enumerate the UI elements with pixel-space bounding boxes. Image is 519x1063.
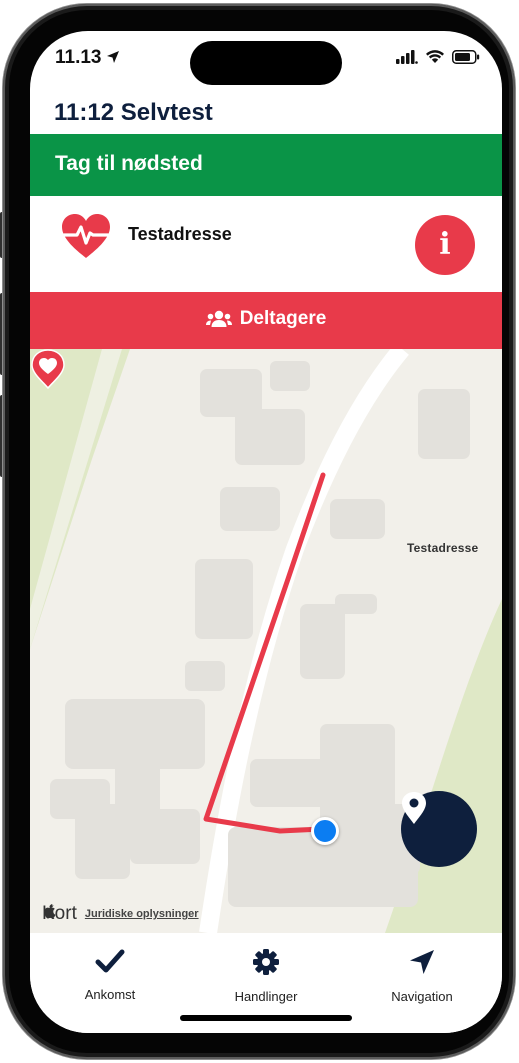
screen: 11.13 11:12 Selvtest Tag til nødsted Tes… [30, 31, 502, 1033]
destination-pin-label: Testadresse [407, 541, 479, 555]
legal-link[interactable]: Juridiske oplysninger [85, 908, 199, 920]
map-attribution: Kort Juridiske oplysninger [42, 903, 199, 925]
status-icons [396, 49, 480, 64]
dynamic-island [190, 41, 342, 85]
checkmark-icon [95, 949, 125, 973]
tab-ankomst-label: Ankomst [84, 987, 136, 1002]
destination-pin-icon[interactable] [30, 349, 66, 389]
tab-handlinger[interactable]: Handlinger [201, 948, 331, 1004]
map-view[interactable]: Testadresse Kort Juridiske oplysninger [30, 349, 502, 933]
location-arrow-icon [106, 51, 119, 63]
status-banner-label: Tag til nødsted [55, 152, 203, 175]
home-indicator [180, 1015, 352, 1021]
center-location-button[interactable] [401, 791, 477, 867]
incident-address: Testadresse [128, 224, 232, 244]
apple-logo-icon [44, 904, 56, 919]
incident-info: Testadresse i [30, 196, 502, 292]
participants-button[interactable]: Deltagere [30, 292, 502, 349]
info-button[interactable]: i [415, 215, 475, 275]
status-time: 11.13 [55, 47, 120, 69]
tab-navigation[interactable]: Navigation [357, 948, 487, 1004]
tab-navigation-label: Navigation [391, 989, 453, 1004]
info-icon: i [439, 227, 451, 262]
current-location-dot [311, 817, 339, 845]
battery-icon [452, 49, 480, 64]
header: 11:12 Selvtest [30, 93, 502, 133]
tab-handlinger-label: Handlinger [234, 989, 298, 1004]
cellular-signal-icon [396, 49, 418, 64]
map-marker-icon [402, 792, 426, 824]
status-bar: 11.13 [30, 31, 502, 91]
wifi-icon [426, 50, 444, 63]
gear-icon [253, 949, 279, 975]
users-icon [205, 310, 232, 327]
tab-ankomst[interactable]: Ankomst [45, 948, 175, 1002]
heart-pulse-icon [62, 214, 110, 258]
navigation-arrow-icon [410, 950, 434, 974]
status-banner: Tag til nødsted [30, 134, 502, 196]
page-title: 11:12 Selvtest [54, 99, 213, 126]
participants-label: Deltagere [239, 308, 327, 329]
